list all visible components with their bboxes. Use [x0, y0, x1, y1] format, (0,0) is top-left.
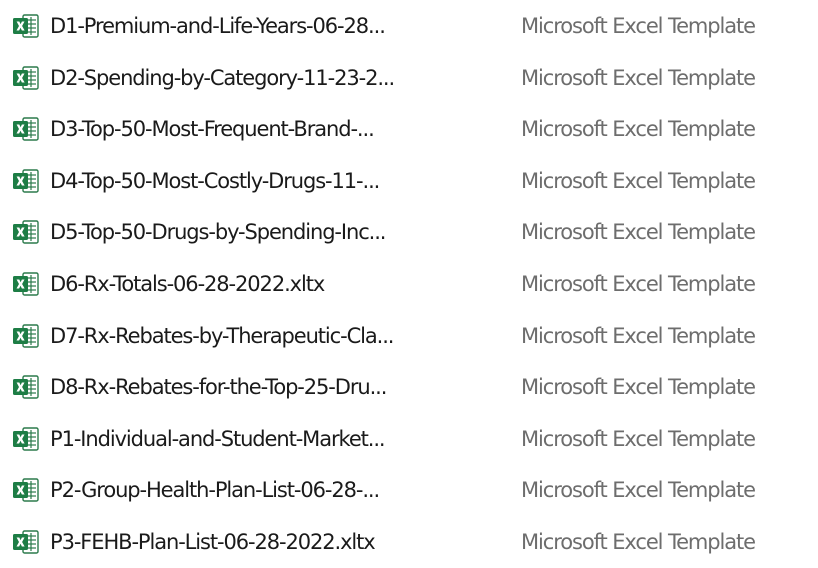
excel-icon: [12, 167, 40, 195]
file-row-2[interactable]: D2-Spending-by-Category-11-23-2... Micro…: [0, 52, 818, 104]
file-name: D3-Top-50-Most-Frequent-Brand-...: [50, 117, 375, 142]
file-type: Microsoft Excel Template: [521, 375, 756, 400]
name-cell[interactable]: D5-Top-50-Drugs-by-Spending-Inc...: [12, 206, 512, 258]
file-row-1[interactable]: D1-Premium-and-Life-Years-06-28... Micro…: [0, 0, 818, 52]
name-cell[interactable]: D6-Rx-Totals-06-28-2022.xltx: [12, 258, 512, 310]
file-name: P3-FEHB-Plan-List-06-28-2022.xltx: [50, 530, 376, 554]
file-type: Microsoft Excel Template: [521, 14, 756, 38]
file-name: D7-Rx-Rebates-by-Therapeutic-Cla...: [50, 323, 394, 348]
excel-icon: [12, 476, 40, 504]
excel-icon: [12, 322, 40, 350]
file-name: D4-Top-50-Most-Costly-Drugs-11-...: [50, 168, 380, 193]
name-cell[interactable]: P3-FEHB-Plan-List-06-28-2022.xltx: [12, 516, 512, 568]
file-row-9[interactable]: P1-Individual-and-Student-Market... Micr…: [0, 413, 818, 465]
file-row-3[interactable]: D3-Top-50-Most-Frequent-Brand-... Micros…: [0, 103, 818, 155]
file-row-6[interactable]: D6-Rx-Totals-06-28-2022.xltx Microsoft E…: [0, 258, 818, 310]
file-type: Microsoft Excel Template: [521, 117, 756, 142]
file-name: D6-Rx-Totals-06-28-2022.xltx: [50, 272, 325, 296]
name-cell[interactable]: P1-Individual-and-Student-Market...: [12, 413, 512, 465]
excel-icon: [12, 528, 40, 556]
name-cell[interactable]: D8-Rx-Rebates-for-the-Top-25-Dru...: [12, 361, 512, 413]
file-type: Microsoft Excel Template: [521, 65, 756, 90]
file-name: D2-Spending-by-Category-11-23-2...: [50, 65, 395, 90]
excel-icon: [12, 425, 40, 453]
name-cell[interactable]: P2-Group-Health-Plan-List-06-28-...: [12, 464, 512, 516]
excel-icon: [12, 218, 40, 246]
name-cell[interactable]: D4-Top-50-Most-Costly-Drugs-11-...: [12, 155, 512, 207]
excel-icon: [12, 373, 40, 401]
file-name: D5-Top-50-Drugs-by-Spending-Inc...: [50, 220, 386, 245]
file-row-11[interactable]: P3-FEHB-Plan-List-06-28-2022.xltx Micros…: [0, 516, 818, 568]
file-name: D1-Premium-and-Life-Years-06-28...: [50, 14, 386, 38]
name-cell[interactable]: D1-Premium-and-Life-Years-06-28...: [12, 0, 512, 52]
file-type: Microsoft Excel Template: [521, 220, 756, 245]
file-type: Microsoft Excel Template: [521, 168, 756, 193]
excel-icon: [12, 270, 40, 298]
name-cell[interactable]: D3-Top-50-Most-Frequent-Brand-...: [12, 103, 512, 155]
name-cell[interactable]: D2-Spending-by-Category-11-23-2...: [12, 52, 512, 104]
file-row-10[interactable]: P2-Group-Health-Plan-List-06-28-... Micr…: [0, 464, 818, 516]
file-name: P2-Group-Health-Plan-List-06-28-...: [50, 478, 380, 503]
excel-icon: [12, 64, 40, 92]
file-name: D8-Rx-Rebates-for-the-Top-25-Dru...: [50, 375, 387, 400]
file-name: P1-Individual-and-Student-Market...: [50, 426, 386, 451]
excel-icon: [12, 115, 40, 143]
file-row-7[interactable]: D7-Rx-Rebates-by-Therapeutic-Cla... Micr…: [0, 310, 818, 362]
file-type: Microsoft Excel Template: [521, 478, 756, 503]
file-type: Microsoft Excel Template: [521, 426, 756, 451]
file-type: Microsoft Excel Template: [521, 530, 756, 554]
name-cell[interactable]: D7-Rx-Rebates-by-Therapeutic-Cla...: [12, 310, 512, 362]
file-row-5[interactable]: D5-Top-50-Drugs-by-Spending-Inc... Micro…: [0, 206, 818, 258]
excel-icon: [12, 12, 40, 40]
file-row-8[interactable]: D8-Rx-Rebates-for-the-Top-25-Dru... Micr…: [0, 361, 818, 413]
file-type: Microsoft Excel Template: [521, 272, 756, 296]
file-list: D1-Premium-and-Life-Years-06-28... Micro…: [0, 0, 818, 558]
file-row-4[interactable]: D4-Top-50-Most-Costly-Drugs-11-... Micro…: [0, 155, 818, 207]
file-type: Microsoft Excel Template: [521, 323, 756, 348]
